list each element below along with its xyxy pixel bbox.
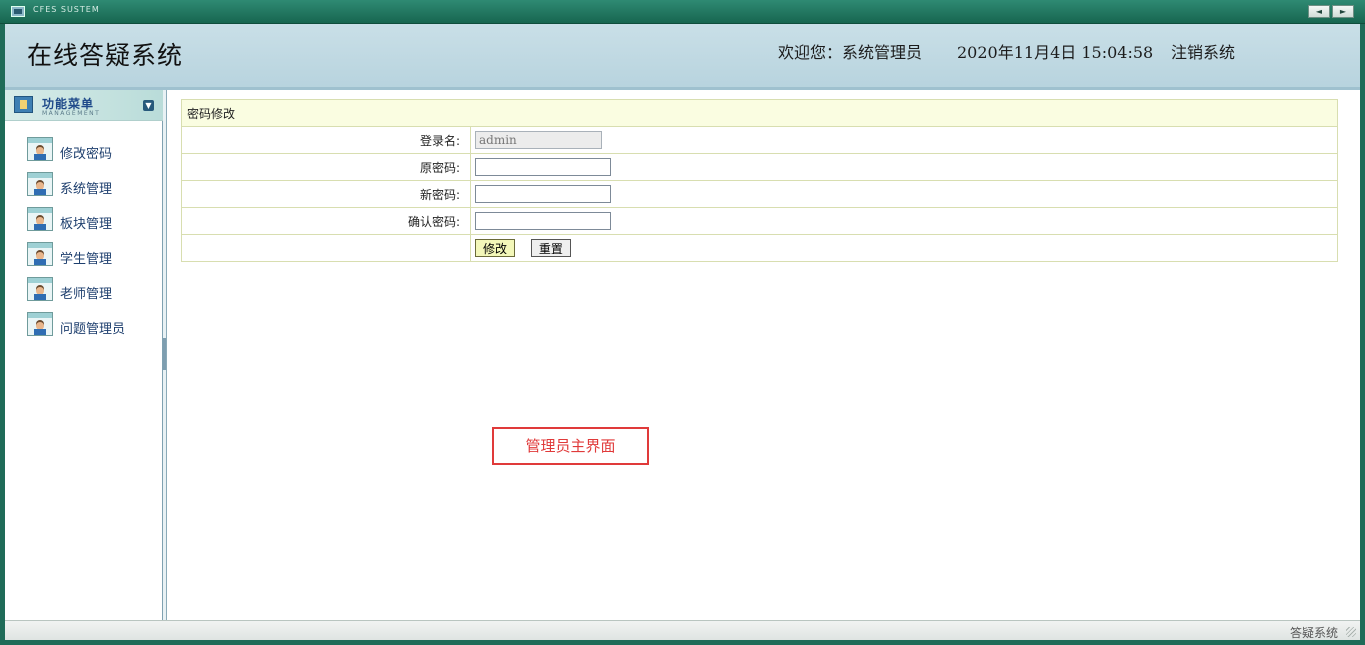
resize-grip-icon[interactable]	[1346, 627, 1356, 637]
datetime-display: 2020年11月4日 15:04:58	[957, 43, 1154, 62]
new-password-field[interactable]	[475, 185, 611, 203]
menu-item-students[interactable]: 学生管理	[5, 239, 163, 274]
form-title: 密码修改	[181, 99, 1338, 127]
form-row-actions: 修改 重置	[181, 234, 1338, 262]
form-title-row: 密码修改	[181, 99, 1338, 127]
menu-item-change-password[interactable]: 修改密码	[5, 134, 163, 169]
old-password-label: 原密码:	[181, 153, 471, 181]
old-password-field[interactable]	[475, 158, 611, 176]
window-icon	[11, 6, 25, 17]
window-nav: ◄ ►	[1308, 5, 1354, 18]
menu-item-board[interactable]: 板块管理	[5, 204, 163, 239]
logout-link[interactable]: 注销系统	[1171, 39, 1235, 63]
confirm-password-label: 确认密码:	[181, 207, 471, 235]
user-card-icon	[27, 137, 53, 161]
window-titlebar: CFES SUSTEM ◄ ►	[0, 0, 1365, 24]
menu-item-label: 系统管理	[60, 182, 113, 197]
app-title: 在线答疑系统	[27, 41, 184, 70]
page-header: 在线答疑系统 欢迎您：系统管理员 2020年11月4日 15:04:58 注销系…	[5, 24, 1360, 90]
user-card-icon	[27, 172, 53, 196]
form-row-old-password: 原密码:	[181, 153, 1338, 181]
form-row-confirm-password: 确认密码:	[181, 207, 1338, 235]
system-title: CFES SUSTEM	[33, 5, 100, 14]
splitter-grip[interactable]	[163, 338, 166, 370]
username-label: 登录名:	[181, 126, 471, 154]
nav-next-button[interactable]: ►	[1332, 5, 1354, 18]
annotation-label: 管理员主界面	[492, 427, 649, 465]
sidebar-splitter[interactable]	[163, 90, 167, 620]
user-card-icon	[27, 277, 53, 301]
menu-item-system[interactable]: 系统管理	[5, 169, 163, 204]
menu-header-icon	[14, 96, 33, 113]
user-card-icon	[27, 207, 53, 231]
menu-item-teachers[interactable]: 老师管理	[5, 274, 163, 309]
menu-item-question-admin[interactable]: 问题管理员	[5, 309, 163, 344]
username-field	[475, 131, 602, 149]
chevron-down-icon[interactable]: ▼	[143, 100, 154, 111]
confirm-password-field[interactable]	[475, 212, 611, 230]
welcome-text: 欢迎您：系统管理员	[778, 43, 923, 62]
user-card-icon	[27, 242, 53, 266]
main-content: 密码修改 登录名: 原密码: 新密码: 确认密码: 修改 重置	[168, 90, 1360, 620]
submit-button[interactable]: 修改	[475, 239, 516, 257]
menu-header: 功能菜单 MANAGEMENT ▼	[5, 90, 163, 121]
menu-list: 修改密码 系统管理 板块管理 学生管理 老师管理 问题管理员	[5, 134, 163, 344]
menu-item-label: 学生管理	[60, 252, 113, 267]
new-password-label: 新密码:	[181, 180, 471, 208]
password-form: 密码修改 登录名: 原密码: 新密码: 确认密码: 修改 重置	[181, 99, 1338, 262]
menu-subtitle: MANAGEMENT	[42, 110, 101, 117]
menu-item-label: 板块管理	[60, 217, 113, 232]
nav-prev-button[interactable]: ◄	[1308, 5, 1330, 18]
menu-item-label: 老师管理	[60, 287, 113, 302]
form-row-new-password: 新密码:	[181, 180, 1338, 208]
user-card-icon	[27, 312, 53, 336]
status-text: 答疑系统	[1289, 626, 1338, 640]
form-row-username: 登录名:	[181, 126, 1338, 154]
reset-button[interactable]: 重置	[530, 239, 571, 257]
status-bar: 答疑系统	[5, 620, 1360, 640]
menu-item-label: 问题管理员	[60, 322, 126, 337]
sidebar: 功能菜单 MANAGEMENT ▼ 修改密码 系统管理 板块管理 学生管理 老师…	[5, 90, 163, 620]
menu-item-label: 修改密码	[60, 147, 113, 162]
